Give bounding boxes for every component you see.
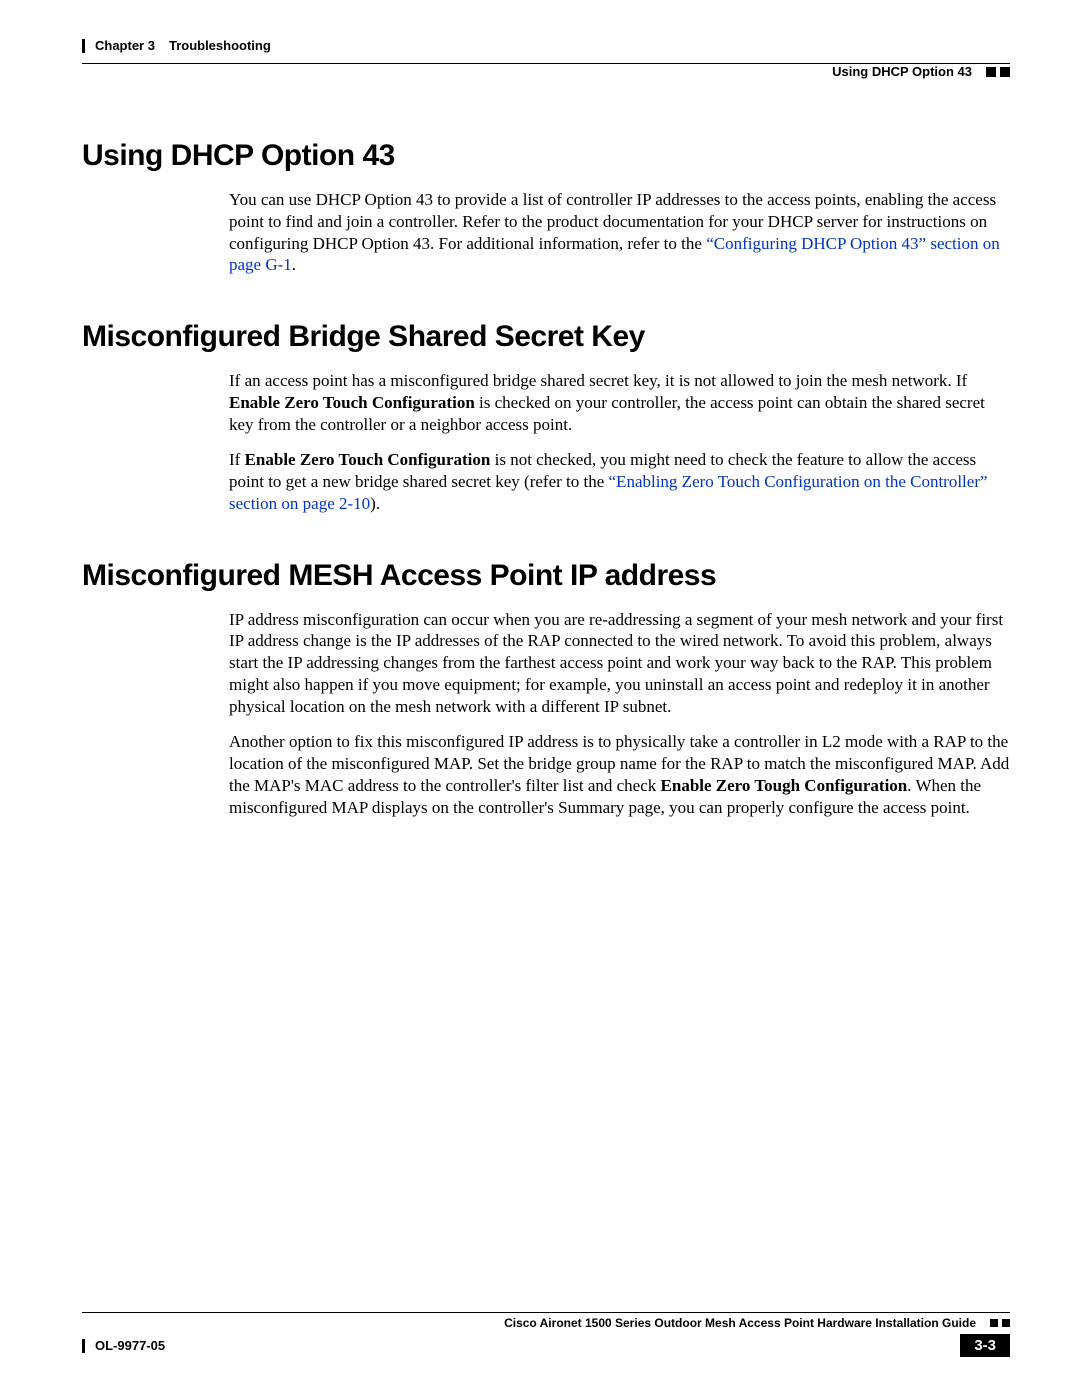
body-paragraph: IP address misconfiguration can occur wh…	[229, 609, 1010, 718]
chapter-breadcrumb: Chapter 3 Troubleshooting	[82, 38, 1010, 53]
section-heading-mesh-ip: Misconfigured MESH Access Point IP addre…	[82, 559, 1010, 593]
square-icon	[986, 67, 996, 77]
square-icon	[1000, 67, 1010, 77]
page-footer: Cisco Aironet 1500 Series Outdoor Mesh A…	[82, 1312, 1010, 1357]
running-head: Using DHCP Option 43	[82, 64, 1010, 79]
section-heading-bridge-key: Misconfigured Bridge Shared Secret Key	[82, 320, 1010, 354]
chapter-number: Chapter 3	[95, 38, 155, 53]
bold-term: Enable Zero Touch Configuration	[245, 450, 491, 469]
page-number-badge: 3-3	[960, 1334, 1010, 1357]
body-paragraph: If Enable Zero Touch Configuration is no…	[229, 449, 1010, 514]
bold-term: Enable Zero Tough Configuration	[661, 776, 908, 795]
footer-bar-icon	[82, 1339, 85, 1353]
body-paragraph: Another option to fix this misconfigured…	[229, 731, 1010, 818]
guide-title: Cisco Aironet 1500 Series Outdoor Mesh A…	[504, 1316, 976, 1330]
body-paragraph: If an access point has a misconfigured b…	[229, 370, 1010, 435]
square-icon	[990, 1319, 998, 1327]
chapter-title: Troubleshooting	[169, 38, 271, 53]
section-heading-dhcp: Using DHCP Option 43	[82, 139, 1010, 173]
header-bar-icon	[82, 39, 85, 53]
footer-bottom-row: OL-9977-05 3-3	[82, 1334, 1010, 1357]
body-paragraph: You can use DHCP Option 43 to provide a …	[229, 189, 1010, 276]
page-header: Chapter 3 Troubleshooting Using DHCP Opt…	[82, 38, 1010, 79]
footer-guide-row: Cisco Aironet 1500 Series Outdoor Mesh A…	[82, 1312, 1010, 1330]
text-run: If	[229, 450, 245, 469]
doc-id-block: OL-9977-05	[82, 1338, 165, 1353]
bold-term: Enable Zero Touch Configuration	[229, 393, 475, 412]
square-icon	[1002, 1319, 1010, 1327]
text-run: If an access point has a misconfigured b…	[229, 371, 967, 390]
doc-id: OL-9977-05	[95, 1338, 165, 1353]
running-head-text: Using DHCP Option 43	[832, 64, 972, 79]
text-run: ).	[370, 494, 380, 513]
text-run: .	[292, 255, 296, 274]
